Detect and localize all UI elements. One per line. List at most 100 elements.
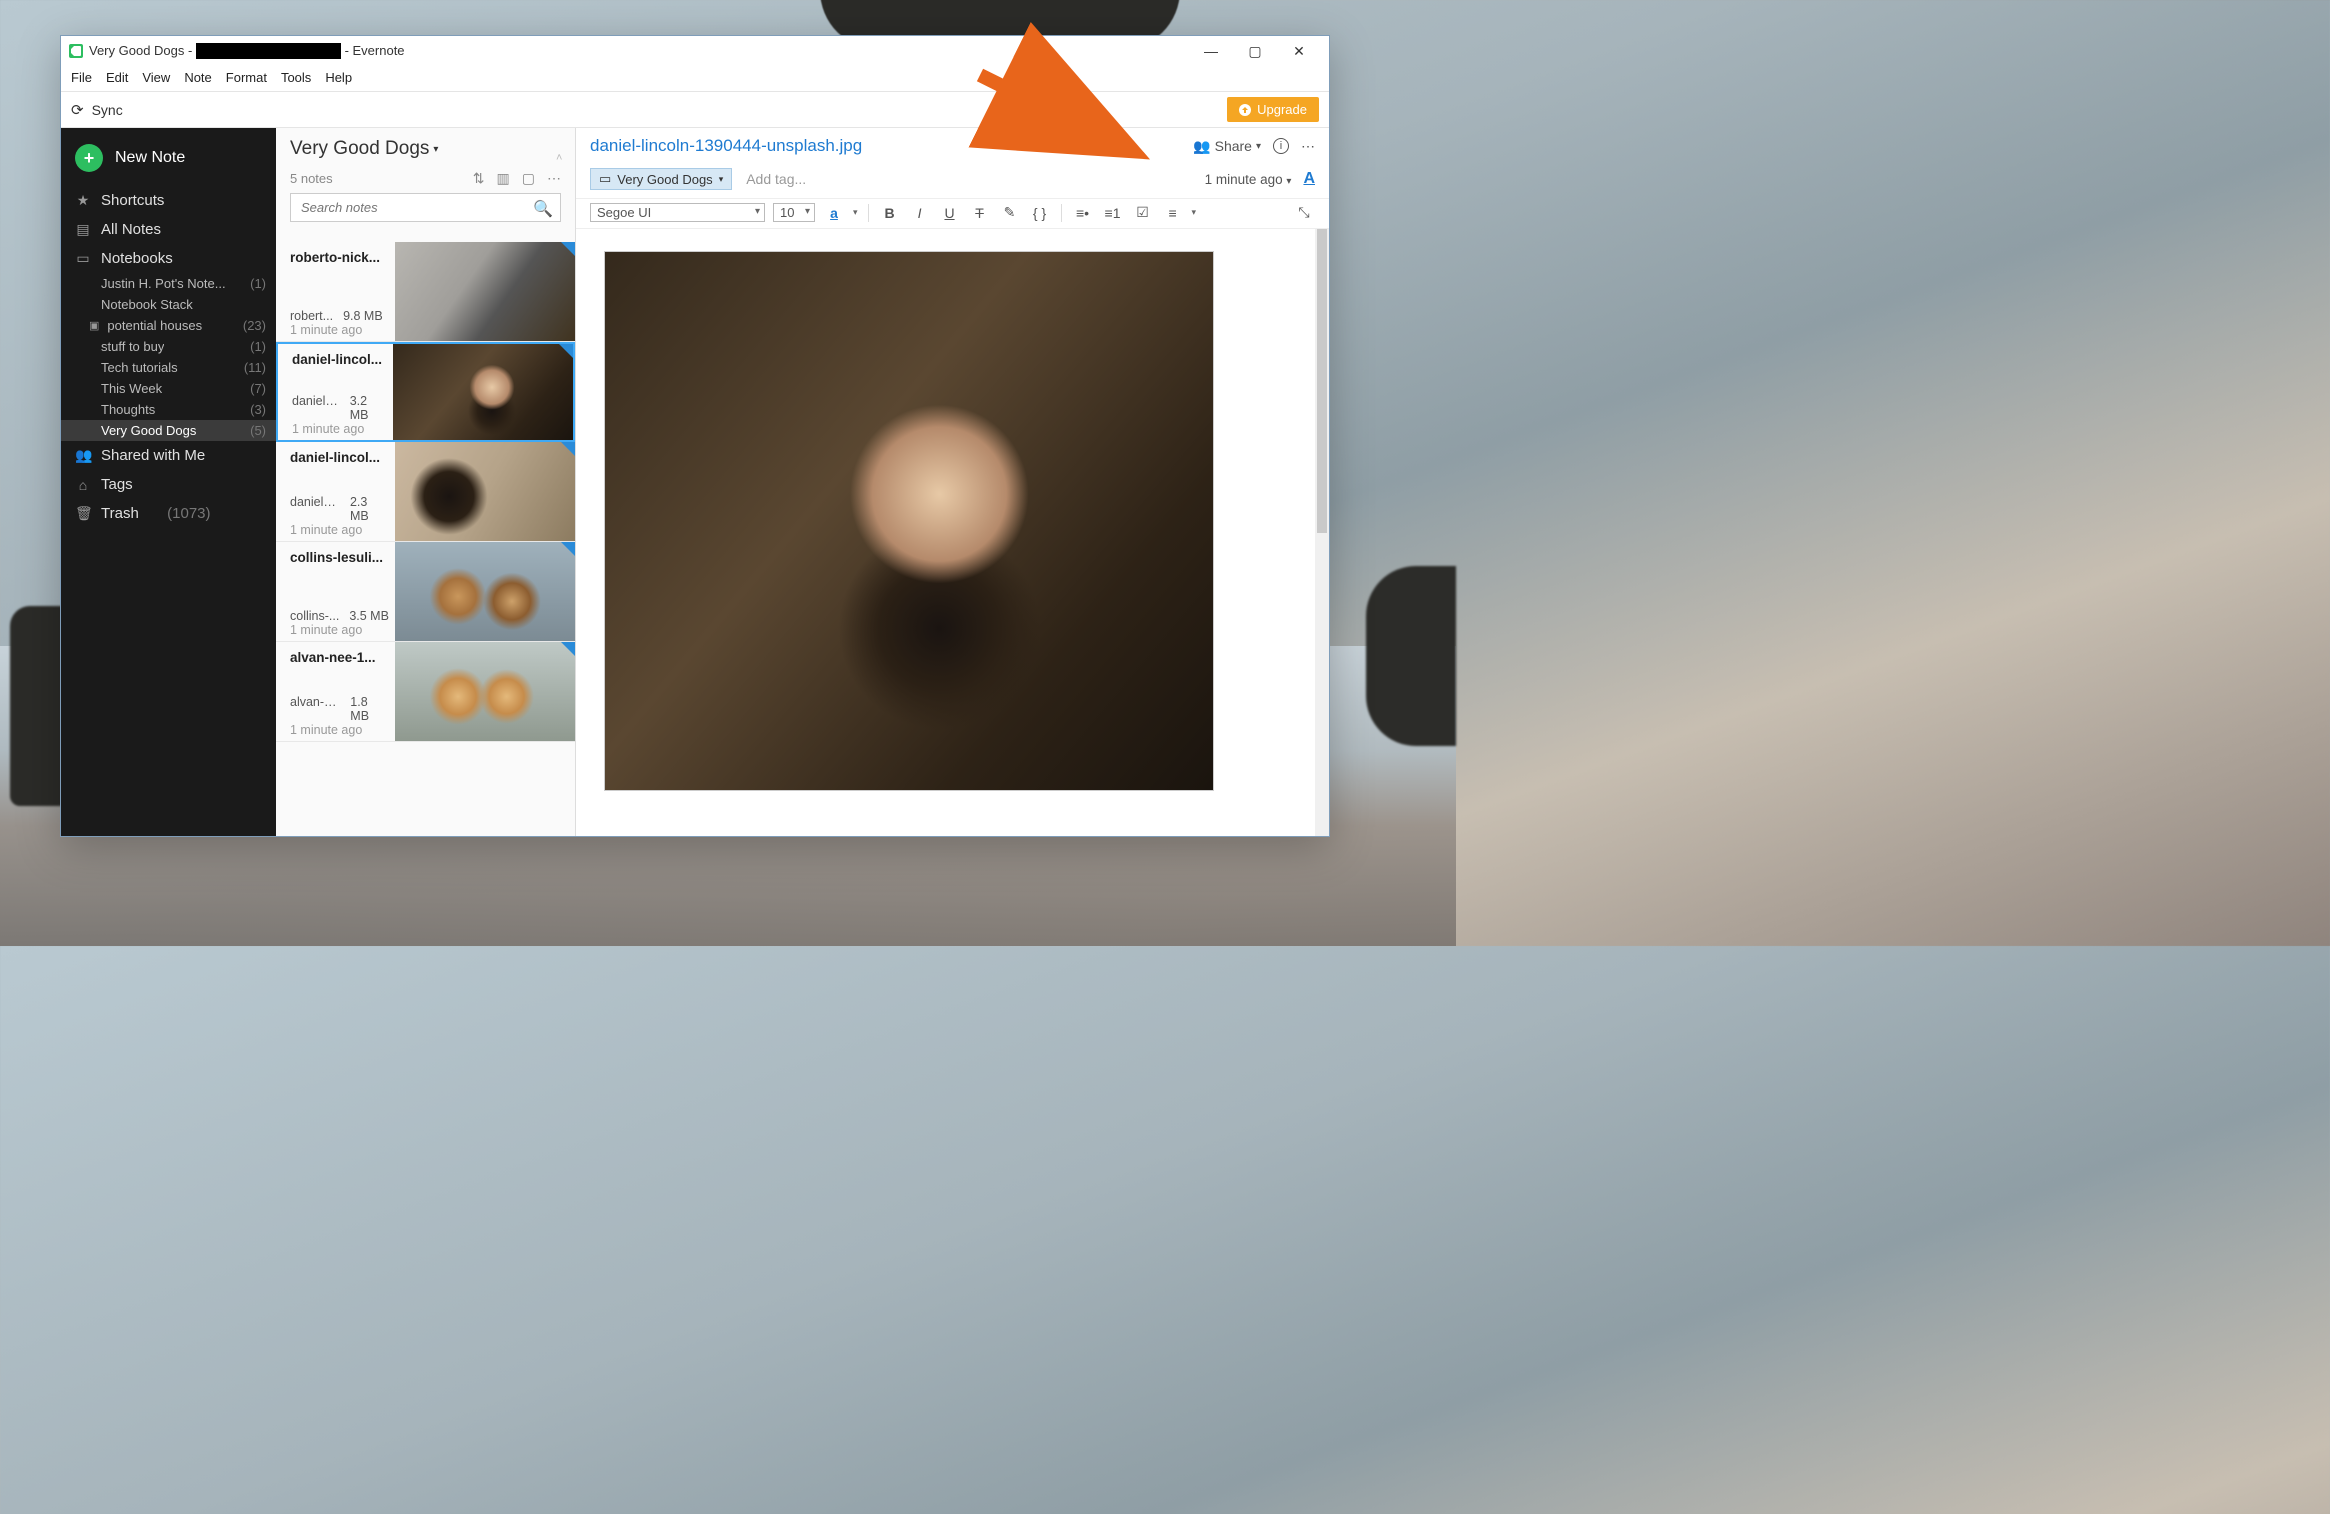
note-thumb [395,442,575,541]
titlebar: Very Good Dogs - - Evernote — ▢ ✕ [61,36,1329,66]
info-icon[interactable]: i [1273,138,1289,154]
sidebar-notebooks[interactable]: ▭Notebooks [61,244,276,273]
share-button[interactable]: 👥 Share ▾ [1193,138,1261,155]
trash-icon: 🗑 [75,505,91,522]
numbered-button[interactable]: ≡1 [1102,205,1124,221]
menubar: File Edit View Note Format Tools Help [61,66,1329,92]
star-icon: ★ [75,192,91,209]
nb-item-thoughts[interactable]: Thoughts(3) [61,399,276,420]
menu-view[interactable]: View [142,70,170,85]
tag-icon: ⌂ [75,477,91,493]
search-wrap: 🔍 [290,193,561,222]
sidebar-all-notes[interactable]: ▤All Notes [61,215,276,244]
caret-down-icon: ▾ [433,144,438,155]
more-icon[interactable]: ⋯ [547,170,561,187]
caret-down-icon: ▾ [1256,141,1261,152]
search-input[interactable] [290,193,561,222]
note-thumb [393,344,573,440]
notelist: Very Good Dogs ▾ 5 notes ⇅ ▥ ▢ ⋯ 🔍 ˄ [276,128,576,836]
menu-tools[interactable]: Tools [281,70,311,85]
caret-down-icon: ▾ [719,174,724,185]
note-card-selected[interactable]: daniel-lincol... daniel-l...3.2 MB 1 min… [276,342,575,442]
upgrade-button[interactable]: Upgrade [1227,97,1319,122]
note-thumb [395,542,575,641]
add-tag[interactable]: Add tag... [746,171,806,187]
menu-file[interactable]: File [71,70,92,85]
sync-corner-icon [559,344,573,358]
new-note-button[interactable]: + New Note [61,138,276,186]
note-card[interactable]: collins-lesuli... collins-...3.5 MB 1 mi… [276,542,575,642]
notes-icon: ▤ [75,221,91,238]
notebook-pill[interactable]: ▭ Very Good Dogs ▾ [590,168,732,190]
underline-button[interactable]: U [939,205,961,221]
scrollbar-thumb[interactable] [1317,229,1327,533]
notelist-count: 5 notes [290,171,333,186]
people-icon: 👥 [75,447,91,464]
note-card[interactable]: daniel-lincol... daniel-l...2.3 MB 1 min… [276,442,575,542]
editor-area[interactable] [576,229,1329,836]
sync-corner-icon [561,542,575,556]
new-note-label: New Note [115,149,185,167]
upgrade-label: Upgrade [1257,102,1307,117]
font-color-button[interactable]: a [823,205,845,221]
nb-item-very-good-dogs[interactable]: Very Good Dogs(5) [61,420,276,441]
strike-button[interactable]: T [969,205,991,221]
sync-corner-icon [561,242,575,256]
nb-item-potential-houses[interactable]: ▣potential houses(23) [61,315,276,336]
search-icon[interactable]: 🔍 [533,199,553,219]
scrollbar[interactable] [1315,229,1329,836]
collapse-icon[interactable]: ˄ [556,152,855,164]
sidebar: + New Note ★Shortcuts ▤All Notes ▭Notebo… [61,128,276,836]
menu-edit[interactable]: Edit [106,70,128,85]
nb-item-this-week[interactable]: This Week(7) [61,378,276,399]
sync-label: Sync [92,102,123,118]
upgrade-icon [1239,104,1251,116]
italic-button[interactable]: I [909,205,931,221]
expand-toolbar-button[interactable]: ⤡ [1293,204,1315,221]
checkbox-button[interactable]: ☑ [1132,204,1154,221]
code-button[interactable]: { } [1029,205,1051,221]
view-icon[interactable]: ▥ [497,170,510,187]
bullets-button[interactable]: ≡• [1072,205,1094,221]
nb-item-tech-tutorials[interactable]: Tech tutorials(11) [61,357,276,378]
note-image[interactable] [604,251,1214,791]
sidebar-tags[interactable]: ⌂Tags [61,470,276,499]
sort-icon[interactable]: ⇅ [473,170,485,187]
bold-button[interactable]: B [879,205,901,221]
sidebar-trash[interactable]: 🗑Trash (1073) [61,499,276,528]
maximize-button[interactable]: ▢ [1233,37,1277,65]
close-button[interactable]: ✕ [1277,37,1321,65]
menu-format[interactable]: Format [226,70,267,85]
sidebar-shortcuts[interactable]: ★Shortcuts [61,186,276,215]
align-button[interactable]: ≡ [1162,205,1184,221]
text-color-icon[interactable]: A [1303,170,1315,188]
notelist-cards: roberto-nick... robert...9.8 MB 1 minute… [276,242,575,836]
menu-help[interactable]: Help [325,70,352,85]
note-thumb [395,242,575,341]
main-3col: + New Note ★Shortcuts ▤All Notes ▭Notebo… [61,128,1329,836]
sidebar-shared[interactable]: 👥Shared with Me [61,441,276,470]
more-icon[interactable]: ⋯ [1301,138,1315,155]
title-username-redacted [196,43,341,59]
note-card[interactable]: alvan-nee-1... alvan-n...1.8 MB 1 minute… [276,642,575,742]
sync-corner-icon [561,442,575,456]
menu-note[interactable]: Note [184,70,211,85]
note-timestamp[interactable]: 1 minute ago ▾ [1205,172,1292,187]
notelist-title[interactable]: Very Good Dogs ▾ [290,138,561,160]
minimize-button[interactable]: — [1189,37,1233,65]
highlight-button[interactable]: ✎ [999,204,1021,221]
font-family-select[interactable]: Segoe UI [590,203,765,222]
app-window: Very Good Dogs - - Evernote — ▢ ✕ File E… [60,35,1330,837]
title-suffix: - Evernote [341,43,405,58]
sync-button[interactable]: ⟳ Sync [71,101,123,119]
filter-icon[interactable]: ▢ [522,170,535,187]
syncbar: ⟳ Sync Upgrade [61,92,1329,128]
nb-item-stack[interactable]: Notebook Stack [61,294,276,315]
plus-icon: + [75,144,103,172]
note-card[interactable]: roberto-nick... robert...9.8 MB 1 minute… [276,242,575,342]
nb-item-stuff-to-buy[interactable]: stuff to buy(1) [61,336,276,357]
note-thumb [395,642,575,741]
font-size-select[interactable]: 10 [773,203,815,222]
nb-item-justin[interactable]: Justin H. Pot's Note...(1) [61,273,276,294]
sync-icon: ⟳ [71,101,84,119]
